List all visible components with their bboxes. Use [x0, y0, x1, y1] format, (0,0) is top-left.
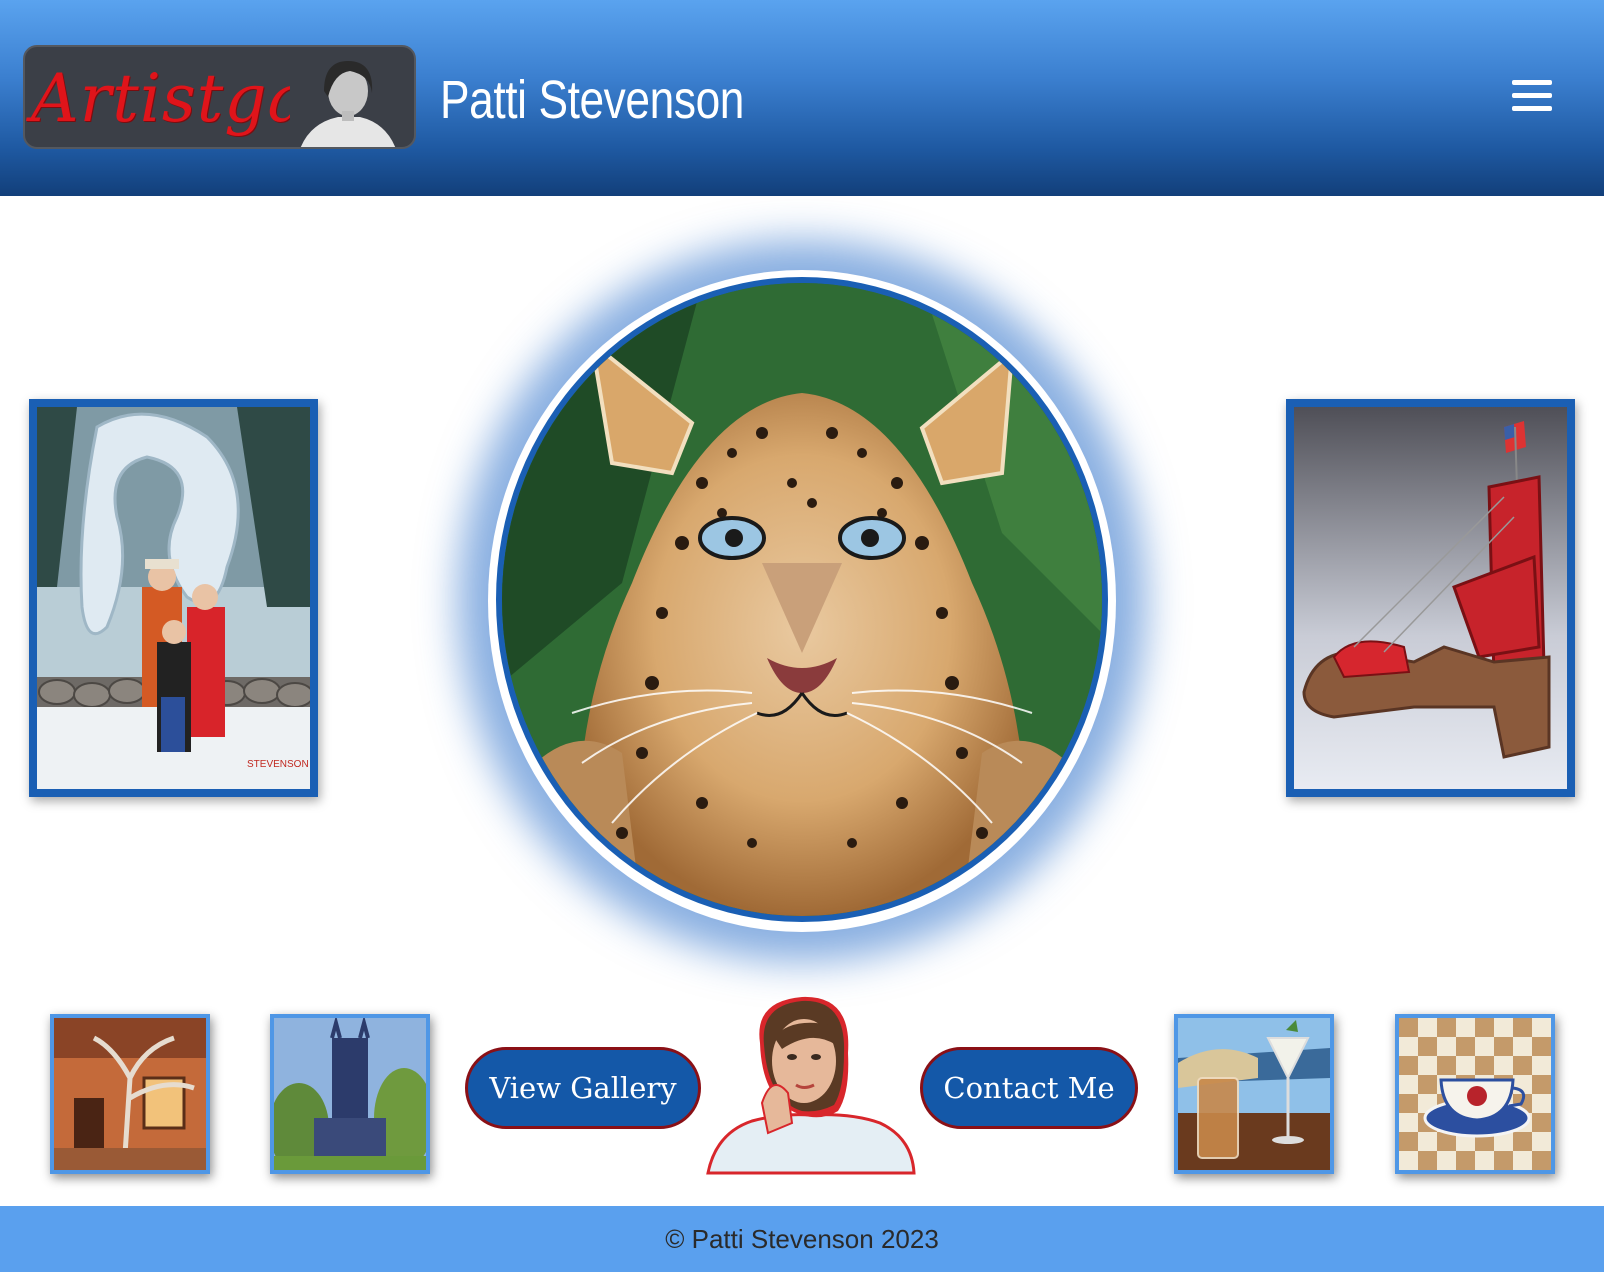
copyright-text: © Patti Stevenson 2023	[665, 1223, 939, 1254]
red-platform-shoe-image	[1294, 407, 1567, 789]
artist-portrait-image[interactable]	[702, 993, 918, 1178]
site-footer: © Patti Stevenson 2023	[0, 1206, 1604, 1272]
site-header: Artistgal Patti Stevenson	[0, 0, 1604, 196]
thumbnail-chapel-tower[interactable]	[270, 1014, 430, 1174]
contact-me-button[interactable]: Contact Me	[920, 1047, 1138, 1129]
leopard-image	[502, 283, 1102, 916]
hamburger-menu-icon[interactable]	[1512, 80, 1552, 114]
courtyard-tree-image	[54, 1018, 206, 1170]
thumbnail-courtyard-tree[interactable]	[50, 1014, 210, 1174]
thumbnail-drinks-by-lake[interactable]	[1174, 1014, 1334, 1174]
thumbnail-teacup-checkerboard[interactable]	[1395, 1014, 1555, 1174]
teacup-checkerboard-image	[1399, 1018, 1551, 1170]
family-ice-sculpture-image: STEVENSON	[37, 407, 310, 789]
logo-portrait-image	[290, 51, 400, 147]
artistgal-logo[interactable]: Artistgal	[23, 45, 416, 149]
svg-text:STEVENSON: STEVENSON	[247, 759, 309, 770]
view-gallery-button[interactable]: View Gallery	[465, 1047, 701, 1129]
drinks-by-lake-image	[1178, 1018, 1330, 1170]
chapel-tower-image	[274, 1018, 426, 1170]
logo-text: Artistgal	[31, 60, 330, 137]
hero-leopard-painting[interactable]	[496, 277, 1108, 922]
family-ice-sculpture-painting[interactable]: STEVENSON	[29, 399, 318, 797]
site-title: Patti Stevenson	[440, 70, 745, 130]
red-shoe-sculpture-photo[interactable]	[1286, 399, 1575, 797]
